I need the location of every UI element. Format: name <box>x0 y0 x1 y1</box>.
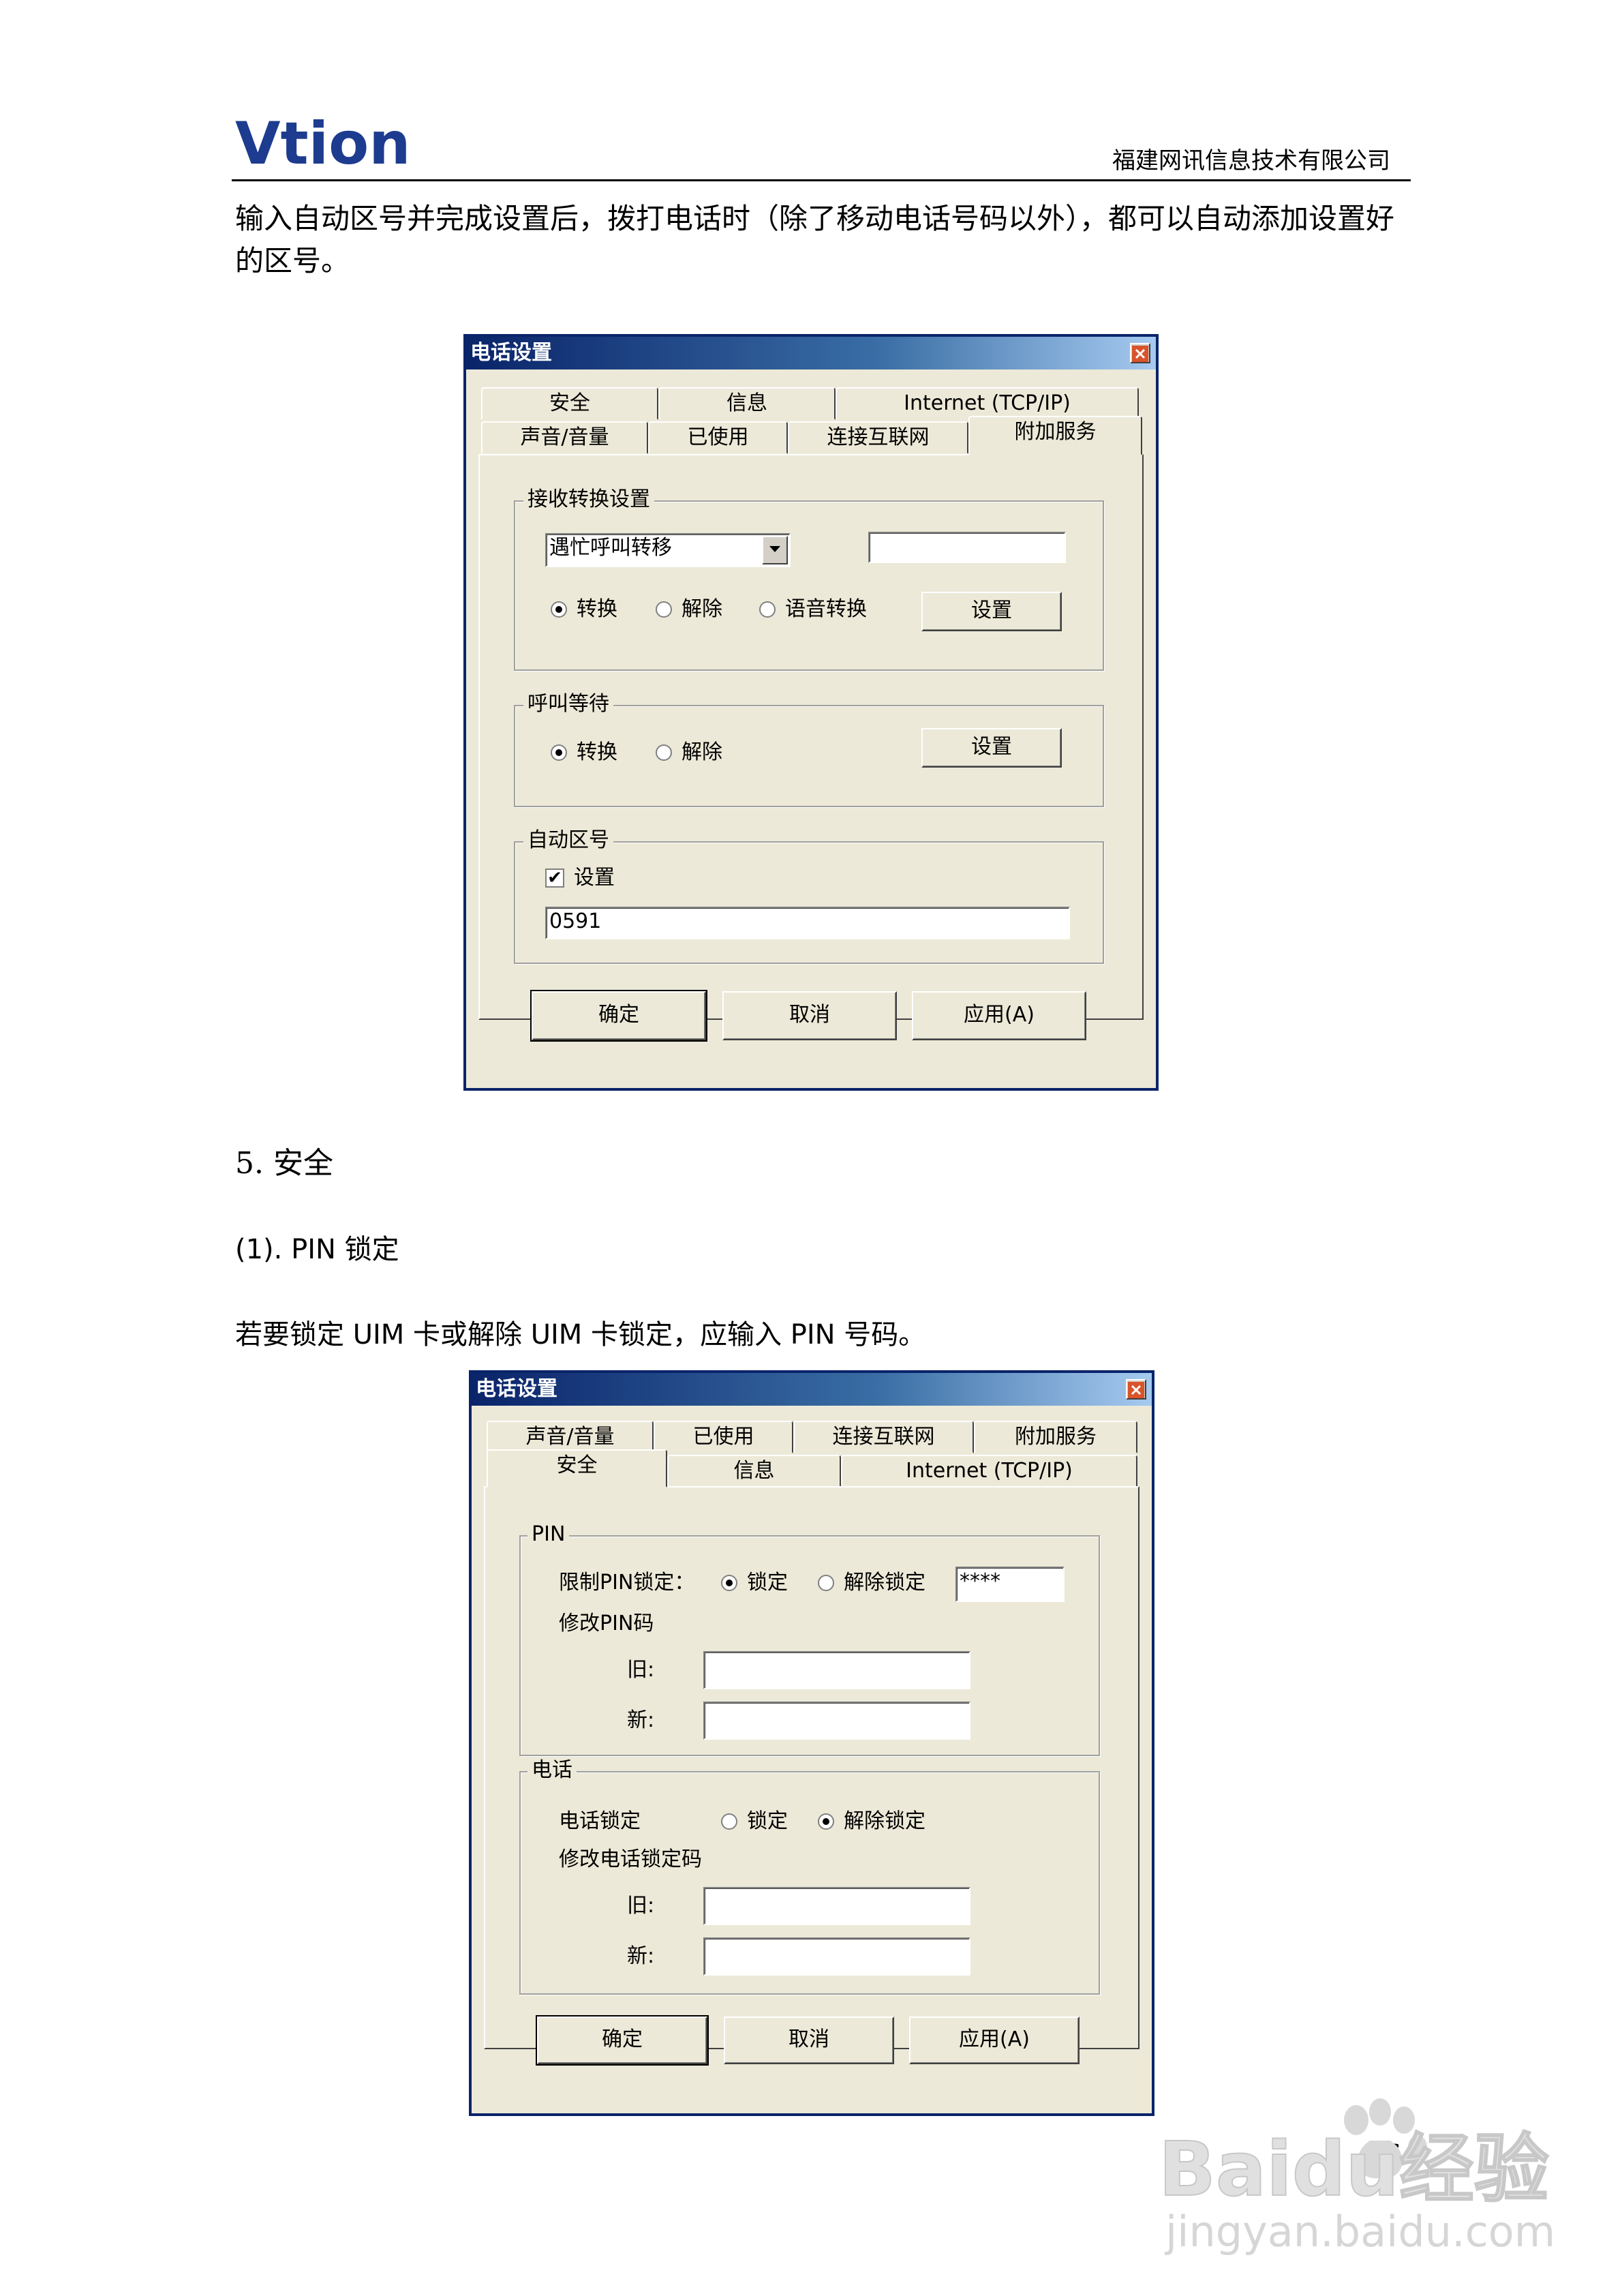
tab-sound-volume[interactable]: 声音/音量 <box>487 1421 654 1453</box>
forward-radio-voice[interactable] <box>759 601 776 618</box>
close-button[interactable] <box>1130 343 1150 363</box>
tab-sound-volume[interactable]: 声音/音量 <box>481 421 648 454</box>
old-pin-label: 旧: <box>627 1658 655 1682</box>
forward-radio-voice-label: 语音转换 <box>785 597 867 621</box>
old-pin-input[interactable] <box>703 1651 970 1689</box>
header-divider <box>232 179 1411 181</box>
forward-type-dropdown[interactable]: 遇忙呼叫转移 <box>545 533 791 567</box>
pin-radio-lock-label: 锁定 <box>747 1571 788 1595</box>
dialog-title: 电话设置 <box>470 341 552 365</box>
call-waiting-label: 呼叫等待 <box>523 693 613 716</box>
pin-group-label: PIN <box>527 1523 570 1546</box>
area-code-input[interactable]: 0591 <box>545 907 1070 939</box>
forward-radio-cancel[interactable] <box>656 601 672 618</box>
forward-radio-transfer[interactable] <box>551 601 567 618</box>
pin-restrict-label: 限制PIN锁定： <box>559 1571 695 1595</box>
pin-radio-lock[interactable] <box>721 1575 737 1591</box>
chevron-down-icon[interactable] <box>762 536 788 564</box>
baidu-watermark: Baidu经验 jingyan.baidu.com <box>1152 2093 1561 2256</box>
auto-area-code-label: 自动区号 <box>523 829 613 852</box>
svg-text:Vtion: Vtion <box>235 110 410 177</box>
ok-button[interactable]: 确定 <box>530 990 707 1042</box>
checkmark-icon: ✔ <box>547 868 562 888</box>
forward-number-field[interactable] <box>868 532 1066 563</box>
tab-usage[interactable]: 已使用 <box>648 421 788 454</box>
section-heading: 5. 安全 <box>235 1146 333 1181</box>
waiting-radio-cancel-label: 解除 <box>682 740 722 764</box>
vtion-logo-graphic: Vtion <box>235 110 410 178</box>
intro-paragraph: 输入自动区号并完成设置后，拨打电话时（除了移动电话号码以外），都可以自动添加设置… <box>235 202 1395 277</box>
forward-type-value: 遇忙呼叫转移 <box>549 536 672 560</box>
new-pin-label: 新: <box>627 1708 655 1732</box>
company-name: 福建网讯信息技术有限公司 <box>1112 147 1390 175</box>
change-phone-code-label: 修改电话锁定码 <box>559 1847 702 1871</box>
forward-set-button[interactable]: 设置 <box>921 592 1062 631</box>
old-phone-code-input[interactable] <box>703 1887 970 1925</box>
pin-radio-unlock[interactable] <box>818 1575 834 1591</box>
forward-settings-label: 接收转换设置 <box>523 488 654 511</box>
area-code-checkbox[interactable]: ✔ <box>545 868 564 888</box>
auto-area-code-group <box>514 841 1104 964</box>
section-paragraph: 若要锁定 UIM 卡或解除 UIM 卡锁定，应输入 PIN 号码。 <box>235 1319 926 1350</box>
phone-radio-lock-label: 锁定 <box>747 1809 788 1833</box>
tab-security[interactable]: 安全 <box>487 1449 667 1487</box>
close-icon <box>1132 346 1148 362</box>
phone-lock-label: 电话锁定 <box>559 1809 641 1833</box>
change-pin-label: 修改PIN码 <box>559 1612 654 1635</box>
new-phone-code-input[interactable] <box>703 1937 970 1976</box>
phone-settings-dialog-security: 电话设置 声音/音量 已使用 连接互联网 附加服务 安全 信息 Internet… <box>469 1370 1154 2116</box>
apply-button[interactable]: 应用(A) <box>912 991 1086 1040</box>
tab-info[interactable]: 信息 <box>658 387 836 420</box>
phone-radio-unlock[interactable] <box>818 1813 834 1830</box>
phone-radio-unlock-label: 解除锁定 <box>844 1809 925 1833</box>
area-code-checkbox-label: 设置 <box>574 866 615 890</box>
tab-usage[interactable]: 已使用 <box>654 1421 793 1453</box>
waiting-set-button[interactable]: 设置 <box>921 728 1062 768</box>
pin-input[interactable]: **** <box>955 1567 1065 1602</box>
phone-radio-lock[interactable] <box>721 1813 737 1830</box>
cancel-button[interactable]: 取消 <box>724 2016 894 2064</box>
close-icon <box>1128 1382 1144 1398</box>
tab-info[interactable]: 信息 <box>667 1455 841 1487</box>
forward-radio-cancel-label: 解除 <box>682 597 722 621</box>
dialog-titlebar: 电话设置 <box>472 1373 1152 1406</box>
forward-settings-group <box>514 500 1104 671</box>
phone-lock-group-label: 电话 <box>527 1759 577 1782</box>
new-pin-input[interactable] <box>703 1702 970 1740</box>
old-phone-code-label: 旧: <box>627 1894 655 1918</box>
waiting-radio-transfer-label: 转换 <box>577 740 617 764</box>
baidu-paw-icon: Baidu经验 jingyan.baidu.com <box>1158 2098 1555 2256</box>
new-phone-code-label: 新: <box>627 1944 655 1968</box>
subsection-heading: (1). PIN 锁定 <box>235 1234 399 1265</box>
svg-text:jingyan.baidu.com: jingyan.baidu.com <box>1164 2207 1555 2256</box>
tab-additional-services[interactable]: 附加服务 <box>974 1421 1137 1453</box>
tab-connect-internet[interactable]: 连接互联网 <box>788 421 968 454</box>
waiting-radio-cancel[interactable] <box>656 744 672 761</box>
tab-internet[interactable]: Internet (TCP/IP) <box>836 387 1139 420</box>
forward-radio-transfer-label: 转换 <box>577 597 617 621</box>
dialog-titlebar: 电话设置 <box>466 337 1156 369</box>
tab-connect-internet[interactable]: 连接互联网 <box>793 1421 974 1453</box>
vtion-logo: Vtion <box>235 109 412 178</box>
close-button[interactable] <box>1126 1379 1146 1400</box>
dialog-title: 电话设置 <box>476 1377 557 1401</box>
waiting-radio-transfer[interactable] <box>551 744 567 761</box>
tab-security[interactable]: 安全 <box>481 387 658 420</box>
svg-text:Baidu经验: Baidu经验 <box>1159 2126 1549 2213</box>
ok-button[interactable]: 确定 <box>536 2015 709 2066</box>
phone-settings-dialog-additional: 电话设置 安全 信息 Internet (TCP/IP) 声音/音量 已使用 连… <box>463 334 1159 1091</box>
apply-button[interactable]: 应用(A) <box>909 2016 1080 2064</box>
tab-additional-services[interactable]: 附加服务 <box>968 416 1142 455</box>
tab-internet[interactable]: Internet (TCP/IP) <box>841 1455 1137 1487</box>
pin-radio-unlock-label: 解除锁定 <box>844 1571 925 1595</box>
cancel-button[interactable]: 取消 <box>722 991 897 1040</box>
